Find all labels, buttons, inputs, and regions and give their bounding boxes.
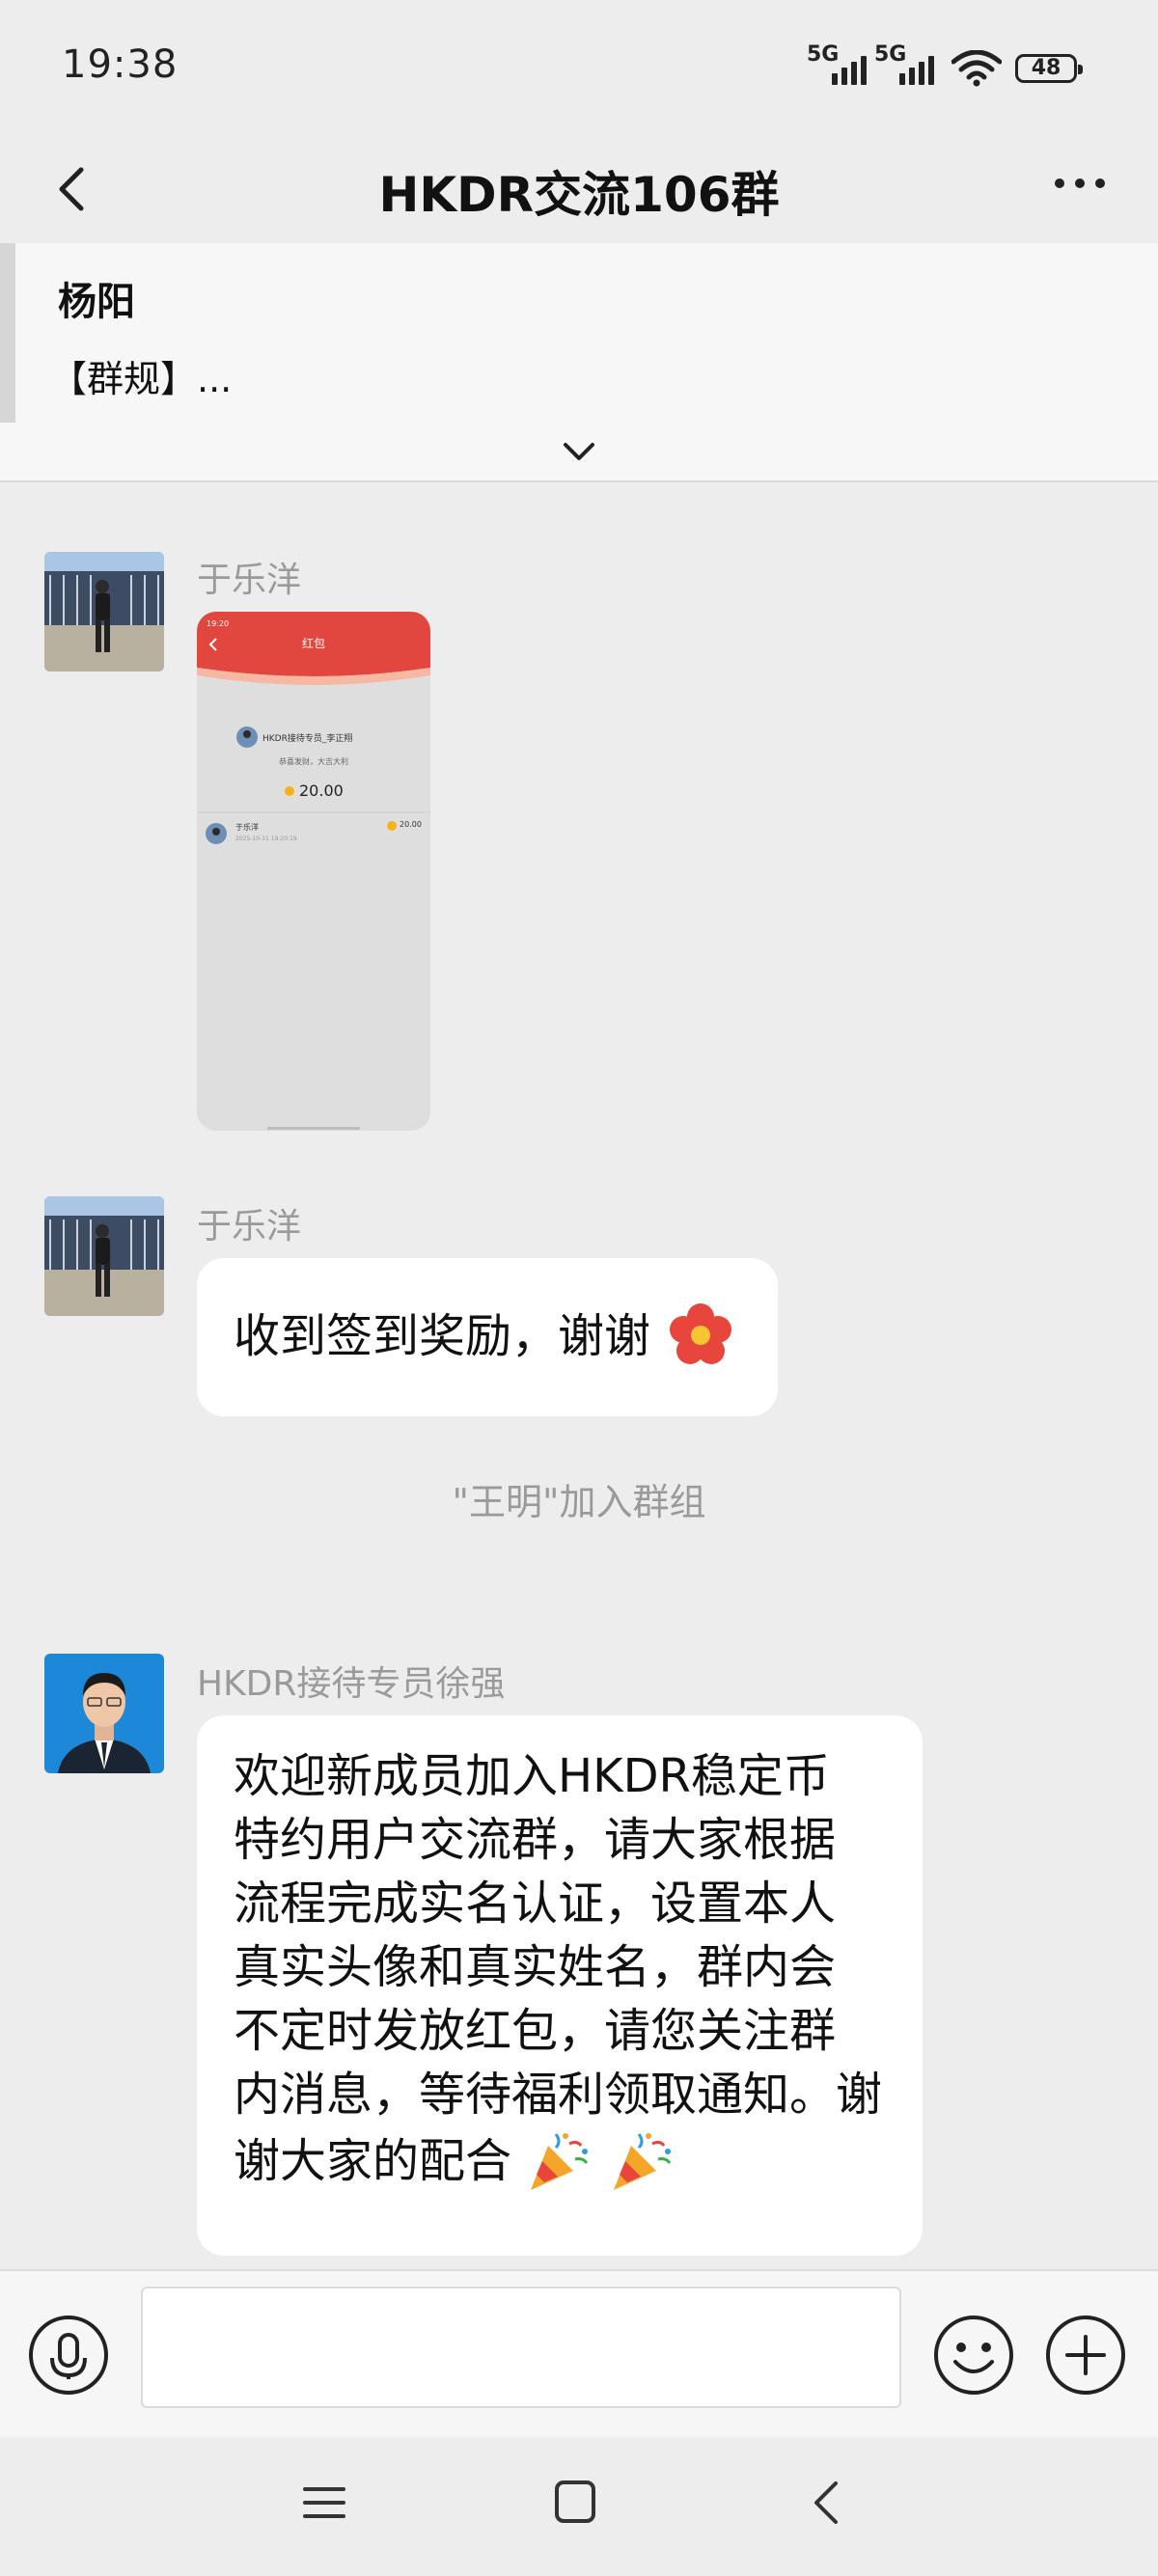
message-bubble[interactable]: 欢迎新成员加入HKDR稳定币 特约用户交流群，请大家根据 流程完成实名认证，设置…	[197, 1715, 923, 2256]
screenshot-receiver-amount: 20.00	[400, 820, 422, 829]
screenshot-title: 红包	[301, 637, 325, 650]
message-input[interactable]	[141, 2287, 901, 2408]
avatar[interactable]	[44, 552, 164, 671]
message-line: 内消息，等待福利领取通知。谢	[234, 2068, 883, 2122]
battery-icon: 48	[1015, 54, 1083, 83]
pinned-announcement[interactable]: 杨阳 【群规】...	[0, 243, 1158, 482]
status-bar: 19:38 5G 5G 48	[0, 0, 1158, 135]
party-popper-icon	[614, 2133, 672, 2190]
more-options-icon[interactable]	[1054, 174, 1106, 193]
emoji-button[interactable]	[932, 2314, 1015, 2397]
plus-button[interactable]	[1044, 2314, 1127, 2397]
sender-name: 于乐洋	[197, 561, 302, 600]
cell-signal-icon: 5G	[807, 42, 870, 85]
chevron-down-icon[interactable]	[562, 440, 596, 463]
voice-input-button[interactable]	[27, 2314, 110, 2397]
message-text: 欢迎新成员加入HKDR稳定币 特约用户交流群，请大家根据 流程完成实名认证，设置…	[234, 1744, 882, 2196]
message-text: 收到签到奖励，谢谢	[234, 1309, 651, 1363]
back-nav-icon[interactable]	[809, 2480, 843, 2526]
message-line: 流程完成实名认证，设置本人	[234, 1877, 837, 1931]
system-nav-bar	[0, 2437, 1158, 2576]
system-message: "王明"加入群组	[452, 1481, 706, 1523]
input-bar	[0, 2269, 1158, 2439]
pinned-sender: 杨阳	[58, 280, 135, 324]
screenshot-amount: 20.00	[299, 781, 344, 800]
pinned-accent-bar	[0, 243, 15, 423]
screenshot-from: HKDR接待专员_李正翔	[262, 734, 353, 744]
message-bubble[interactable]: 收到签到奖励，谢谢	[197, 1258, 778, 1416]
menu-icon[interactable]	[303, 2481, 345, 2524]
pinned-text: 【群规】...	[50, 358, 233, 400]
cell-signal-icon-2: 5G	[874, 42, 938, 85]
chat-title: HKDR交流106群	[378, 167, 780, 223]
sender-name: 于乐洋	[197, 1207, 302, 1247]
avatar[interactable]	[44, 1654, 164, 1773]
message-line: 不定时发放红包，请您关注群	[234, 2004, 837, 2058]
message-line: 欢迎新成员加入HKDR稳定币	[234, 1749, 830, 1803]
sender-name: HKDR接待专员徐强	[197, 1664, 506, 1704]
screenshot-time: 19:20	[207, 619, 230, 628]
wifi-icon	[951, 50, 1002, 87]
avatar[interactable]	[44, 1196, 164, 1316]
flower-emoji-icon	[670, 1303, 731, 1364]
back-icon[interactable]	[50, 164, 93, 214]
message-line: 特约用户交流群，请大家根据	[234, 1813, 837, 1867]
pinned-card[interactable]: 杨阳 【群规】...	[15, 243, 1114, 423]
screenshot-blessing: 恭喜发财，大吉大利	[279, 757, 348, 766]
screenshot-receiver: 于乐洋	[235, 823, 259, 832]
image-message[interactable]: 19:20 红包 HKDR接待专员_李正翔 恭喜发财，大吉大利 20.00 于乐…	[197, 612, 430, 1131]
message-line-text: 谢大家的配合	[234, 2134, 512, 2188]
message-line: 真实头像和真实姓名，群内会	[234, 1940, 837, 1994]
chat-header: HKDR交流106群	[0, 135, 1158, 243]
party-popper-icon	[531, 2133, 589, 2190]
screenshot-receiver-time: 2025-10-11 19:20:19	[235, 836, 297, 842]
home-icon[interactable]	[554, 2480, 596, 2524]
status-time: 19:38	[62, 42, 179, 87]
message-line: 谢大家的配合	[234, 2126, 882, 2196]
